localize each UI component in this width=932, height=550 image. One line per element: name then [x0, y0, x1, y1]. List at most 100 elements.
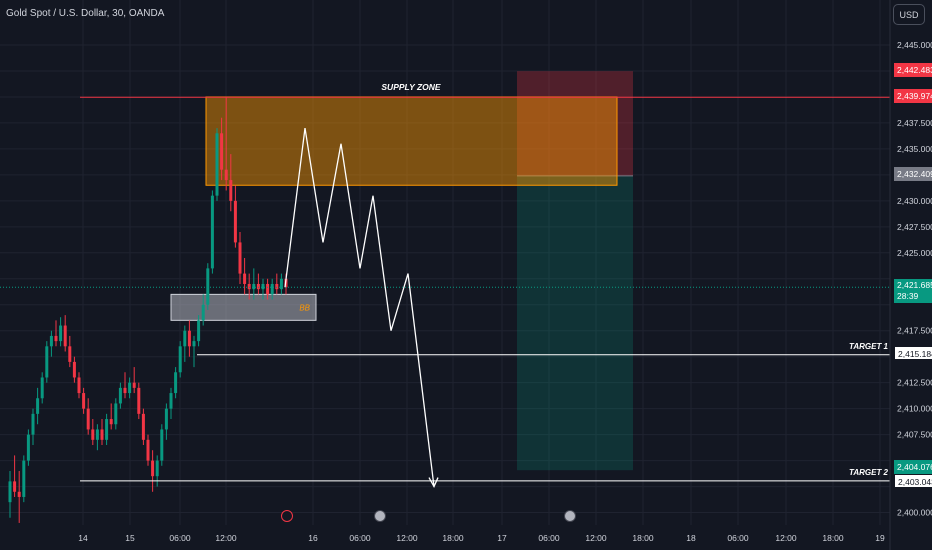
candle-body [243, 273, 247, 284]
candle-body [91, 429, 95, 440]
candle-body [100, 429, 104, 440]
time-label: 18:00 [442, 533, 464, 543]
candle-body [192, 341, 196, 347]
candle-body [72, 361, 76, 378]
price-label: 2,427.500 [897, 222, 932, 232]
candle-body [266, 283, 270, 295]
candle-body [45, 346, 49, 378]
price-label: 2,430.000 [897, 196, 932, 206]
trading-chart[interactable]: SUPPLY ZONE BB TARGET 1 TARGET 2 14 15 06:00… [0, 0, 932, 550]
candle-body [210, 195, 214, 269]
price-label: 2,407.500 [897, 430, 932, 440]
time-label: 06:00 [727, 533, 749, 543]
price-tag-target-2-zone: 2,404.076 [894, 460, 932, 474]
candle-body [252, 283, 256, 290]
time-label: 12:00 [775, 533, 797, 543]
price-label: 2,417.500 [897, 326, 932, 336]
time-label: 18:00 [632, 533, 654, 543]
supply-zone [205, 96, 618, 186]
candle-body [247, 283, 251, 290]
candle-body [275, 283, 279, 290]
candle-body [59, 325, 63, 342]
time-label: 17 [497, 533, 507, 543]
time-label: 06:00 [169, 533, 191, 543]
price-tag-supply-line: 2,439.974 [894, 89, 932, 103]
candle-body [31, 413, 35, 435]
candle-body [224, 169, 228, 181]
candle-body [17, 491, 21, 497]
time-label: 19 [875, 533, 885, 543]
candle-body [256, 283, 260, 290]
candle-body [141, 413, 145, 440]
candle-body [229, 180, 233, 201]
candle-body [68, 346, 72, 362]
candle-body [151, 460, 155, 477]
us-flag-icon[interactable] [564, 510, 576, 522]
time-label: 06:00 [538, 533, 560, 543]
candle-body [63, 325, 67, 347]
price-tag-target-2: 2,403.043 [894, 474, 932, 488]
time-label: 12:00 [585, 533, 607, 543]
candle-body [261, 283, 265, 290]
candle-body [137, 387, 141, 414]
candle-body [215, 133, 219, 196]
current-price-tag: 2,421.685 28:39 [894, 279, 932, 303]
candle-body [201, 304, 205, 321]
time-label: 06:00 [349, 533, 371, 543]
short-reward-zone [517, 175, 633, 471]
price-label: 2,410.000 [897, 404, 932, 414]
chart-canvas[interactable]: SUPPLY ZONE BB TARGET 1 TARGET 2 14 15 06:00… [0, 0, 932, 550]
grid [0, 0, 890, 525]
price-label: 2,445.000 [897, 40, 932, 50]
candle-body [123, 387, 127, 394]
price-tag-stop-loss: 2,442.483 [894, 63, 932, 77]
time-label: 15 [125, 533, 135, 543]
instrument-title: Gold Spot / U.S. Dollar, 30, OANDA [6, 8, 165, 19]
time-label: 12:00 [396, 533, 418, 543]
candle-body [164, 408, 168, 430]
candle-body [174, 372, 178, 394]
price-label: 2,400.000 [897, 508, 932, 518]
candle-body [105, 419, 109, 440]
price-tag-target-1: 2,415.184 [894, 346, 932, 360]
supply-zone-label: SUPPLY ZONE [381, 82, 441, 92]
candle-body [22, 460, 26, 497]
candle-body [77, 377, 81, 394]
candle-body [183, 330, 187, 347]
bb-label: BB [299, 303, 310, 312]
candle-body [114, 403, 118, 425]
candle-body [128, 382, 132, 394]
candle-body [54, 335, 58, 342]
candle-body [8, 481, 12, 503]
candle-body [220, 133, 224, 170]
time-label: 18 [686, 533, 696, 543]
candle-body [169, 393, 173, 409]
price-tag-entry: 2,432.409 [894, 167, 932, 181]
us-flag-icon[interactable] [374, 510, 386, 522]
candle-body [187, 330, 191, 347]
candle-body [155, 460, 159, 477]
candle-body [36, 398, 40, 414]
candle-body [238, 242, 242, 274]
candle-body [118, 387, 122, 404]
candle-body [49, 335, 53, 347]
candle-body [160, 429, 164, 461]
candle-body [82, 393, 86, 409]
candle-body [270, 283, 274, 295]
candle-body [26, 434, 30, 461]
target-1-label: TARGET 1 [849, 342, 889, 351]
time-label: 14 [78, 533, 88, 543]
time-label: 16 [308, 533, 318, 543]
candle-body [146, 439, 150, 461]
price-label: 2,435.000 [897, 144, 932, 154]
current-price: 2,421.685 [897, 280, 932, 290]
currency-button[interactable]: USD [893, 4, 925, 25]
candle-body [178, 346, 182, 373]
candle-body [197, 320, 201, 342]
candle-body [40, 377, 44, 399]
lightning-icon[interactable] [281, 510, 293, 522]
candle-body [233, 200, 237, 243]
candle-body [13, 481, 17, 492]
bb-block [170, 293, 317, 321]
candle-body [86, 408, 90, 430]
